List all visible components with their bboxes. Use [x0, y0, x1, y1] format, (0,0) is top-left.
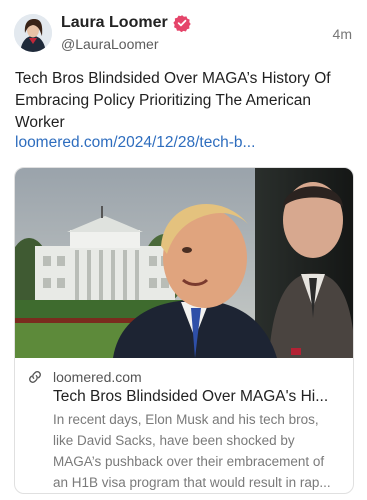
- author-row: Laura Loomer: [61, 12, 191, 34]
- card-description-line: like David Sacks, have been shocked by: [53, 433, 295, 448]
- author-handle[interactable]: @LauraLoomer: [61, 36, 159, 52]
- verified-badge-icon: [173, 15, 191, 32]
- avatar[interactable]: [14, 14, 52, 52]
- post-timestamp: 4m: [332, 26, 352, 42]
- card-description-line: MAGA’s pushback over their embracement o…: [53, 454, 325, 469]
- card-domain: loomered.com: [53, 369, 142, 385]
- link-icon: [29, 371, 41, 383]
- social-post: Laura Loomer @LauraLoomer 4m Tech Bros B…: [0, 0, 367, 500]
- card-domain-row: loomered.com: [27, 368, 142, 386]
- card-description-line: In recent days, Elon Musk and his tech b…: [53, 412, 319, 427]
- avatar-image: [14, 14, 52, 52]
- post-link[interactable]: loomered.com/2024/12/28/tech-b...: [15, 132, 255, 154]
- card-description-line: an H1B visa program that would result in…: [53, 475, 331, 490]
- post-text: Tech Bros Blindsided Over MAGA’s History…: [15, 70, 331, 131]
- author-name[interactable]: Laura Loomer: [61, 14, 168, 32]
- link-preview-card[interactable]: loomered.com Tech Bros Blindsided Over M…: [14, 167, 354, 494]
- card-title: Tech Bros Blindsided Over MAGA's Hi...: [53, 388, 329, 405]
- article-preview-image: [15, 168, 353, 358]
- card-description: In recent days, Elon Musk and his tech b…: [53, 409, 349, 493]
